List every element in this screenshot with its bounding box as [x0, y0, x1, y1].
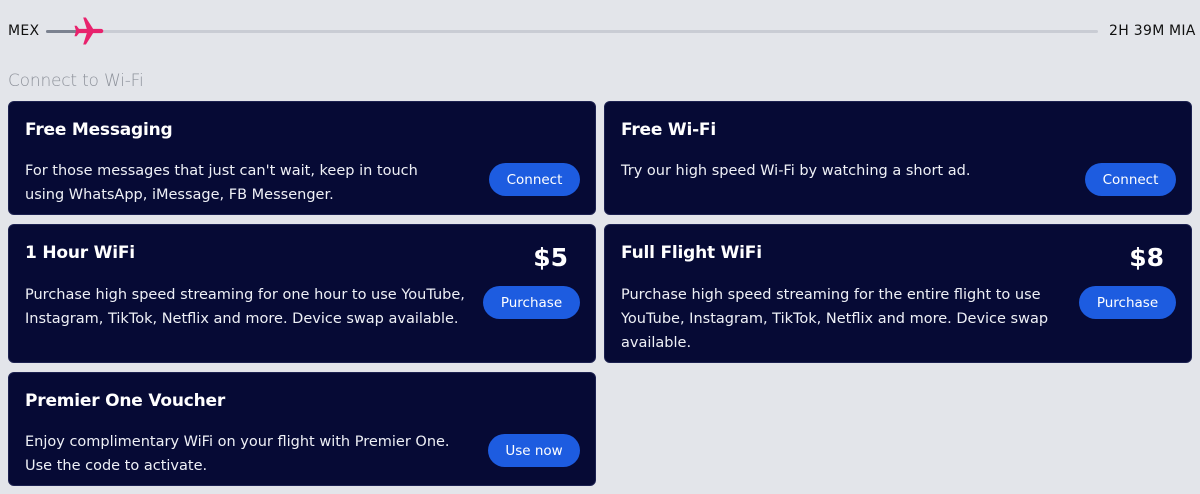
card-free-messaging: Free Messaging For those messages that j…	[8, 101, 596, 215]
flight-progress-bar: MEX 2H 39M MIA	[0, 0, 1200, 64]
card-free-wifi: Free Wi-Fi Try our high speed Wi-Fi by w…	[604, 101, 1192, 215]
card-description: Try our high speed Wi-Fi by watching a s…	[621, 163, 971, 179]
purchase-full-flight-button[interactable]: Purchase	[1079, 286, 1176, 319]
purchase-one-hour-button[interactable]: Purchase	[483, 286, 580, 319]
card-title: Free Messaging	[25, 120, 173, 140]
card-title: Premier One Voucher	[25, 391, 226, 411]
card-description: For those messages that just can't wait,…	[25, 163, 418, 203]
card-one-hour-wifi: 1 Hour WiFi $5 Purchase high speed strea…	[8, 224, 596, 363]
card-description: Purchase high speed streaming for the en…	[621, 287, 1049, 351]
section-title: Connect to Wi-Fi	[8, 71, 144, 91]
card-title: Full Flight WiFi	[621, 243, 762, 263]
connect-messaging-button[interactable]: Connect	[489, 163, 580, 196]
time-remaining: 2H 39M	[1109, 23, 1165, 39]
card-premier-one-voucher: Premier One Voucher Enjoy complimentary …	[8, 372, 596, 486]
card-title: Free Wi-Fi	[621, 120, 716, 140]
card-title: 1 Hour WiFi	[25, 243, 135, 263]
use-voucher-button[interactable]: Use now	[488, 434, 580, 467]
card-price: $5	[533, 243, 568, 272]
card-price: $8	[1129, 243, 1164, 272]
destination-code: MIA	[1169, 23, 1196, 39]
airplane-icon	[74, 17, 104, 45]
card-description: Purchase high speed streaming for one ho…	[25, 287, 465, 327]
connect-wifi-button[interactable]: Connect	[1085, 163, 1176, 196]
origin-code: MEX	[8, 23, 40, 39]
card-full-flight-wifi: Full Flight WiFi $8 Purchase high speed …	[604, 224, 1192, 363]
flight-track	[46, 30, 1098, 33]
card-description: Enjoy complimentary WiFi on your flight …	[25, 434, 450, 474]
